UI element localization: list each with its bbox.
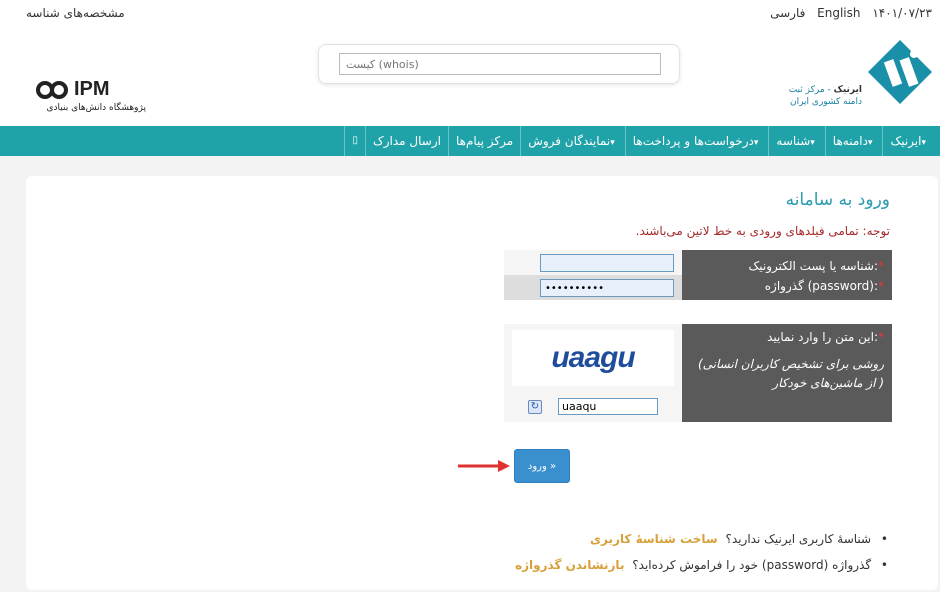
language-english-link[interactable]: English <box>817 6 860 20</box>
captcha-hint: (روشی برای تشخیص کاربران انسانی از ماشین… <box>697 357 884 390</box>
nav-item-domains[interactable]: دامنه‌ها <box>824 126 883 156</box>
username-input[interactable] <box>540 254 674 272</box>
header: IPM پژوهشگاه دانش‌های بنیادی ایرنیک - مر… <box>0 28 940 126</box>
irnic-logo-text: ایرنیک - مرکز ثبت دامنه کشوری ایران <box>789 84 862 108</box>
password-input[interactable] <box>540 279 674 297</box>
credentials-form: شناسه یا پست الکترونیک:* گذرواژه (passwo… <box>504 250 892 300</box>
latin-input-note: توجه: تمامی فیلدهای ورودی به خط لاتین می… <box>635 224 890 238</box>
list-item: گذرواژه (password) خود را فراموش کرده‌ای… <box>515 552 888 578</box>
whois-search-input[interactable] <box>339 53 661 75</box>
credentials-inputs <box>504 250 682 300</box>
create-account-link[interactable]: ساخت شناسهٔ کاربری <box>590 532 718 546</box>
list-item: شناسهٔ کاربری ایرنیک ندارید؟ ساخت شناسهٔ… <box>515 526 888 552</box>
page-title: ورود به سامانه <box>785 190 890 210</box>
forgot-password-text: گذرواژه (password) خود را فراموش کرده‌ای… <box>632 558 872 572</box>
captcha-label: این متن را وارد نمایید:* <box>767 330 884 344</box>
captcha-input[interactable] <box>558 398 658 415</box>
ipm-subtitle: پژوهشگاه دانش‌های بنیادی <box>46 103 147 113</box>
nav-item-irnic[interactable]: ایرنیک <box>882 126 936 156</box>
account-link[interactable]: مشخصه‌های شناسه <box>26 6 125 20</box>
captcha-labels: این متن را وارد نمایید:* (روشی برای تشخی… <box>682 324 892 422</box>
nav-extra-icon[interactable]: ▯ <box>344 126 365 156</box>
irnic-logo[interactable]: ایرنیک - مرکز ثبت دامنه کشوری ایران <box>774 38 934 118</box>
main-navbar: ایرنیک دامنه‌ها شناسه درخواست‌ها و پرداخ… <box>0 126 940 156</box>
credentials-labels: شناسه یا پست الکترونیک:* گذرواژه (passwo… <box>682 250 892 300</box>
ipm-logo-text: IPM <box>74 78 110 100</box>
captcha-refresh-icon[interactable]: ↻ <box>528 400 542 414</box>
ipm-circles-icon <box>36 80 72 99</box>
no-account-text: شناسهٔ کاربری ایرنیک ندارید؟ <box>725 532 872 546</box>
nav-item-resellers[interactable]: نمایندگان فروش <box>520 126 625 156</box>
whois-search-box <box>318 44 680 84</box>
ipm-logo-mark: IPM <box>36 78 146 101</box>
ipm-logo[interactable]: IPM پژوهشگاه دانش‌های بنیادی <box>36 78 146 114</box>
irnic-name: ایرنیک <box>833 85 862 95</box>
top-bar-right: فارسی English ۱۴۰۱/۰۷/۲۳ <box>762 6 932 20</box>
username-label: شناسه یا پست الکترونیک:* <box>748 259 885 273</box>
nav-item-message-center[interactable]: مرکز پیام‌ها <box>447 126 520 156</box>
nav-item-requests-payments[interactable]: درخواست‌ها و پرداخت‌ها <box>624 126 769 156</box>
current-date: ۱۴۰۱/۰۷/۲۳ <box>872 6 932 20</box>
irnic-emblem-icon <box>868 40 932 104</box>
irnic-subtitle: - مرکز ثبت <box>788 85 831 95</box>
reset-password-link[interactable]: بازنشاندن گذرواژه <box>515 558 624 572</box>
captcha-image: uaagu <box>512 330 674 386</box>
login-button[interactable]: ورود » <box>514 449 570 483</box>
help-links: شناسهٔ کاربری ایرنیک ندارید؟ ساخت شناسهٔ… <box>515 526 888 578</box>
captcha-form: این متن را وارد نمایید:* (روشی برای تشخی… <box>504 324 892 422</box>
nav-item-handle[interactable]: شناسه <box>768 126 824 156</box>
nav-item-send-documents[interactable]: ارسال مدارک <box>364 126 448 156</box>
login-panel: ورود به سامانه توجه: تمامی فیلدهای ورودی… <box>26 176 938 590</box>
top-bar: فارسی English ۱۴۰۱/۰۷/۲۳ مشخصه‌های شناسه <box>0 0 940 28</box>
irnic-subtitle-2: دامنه کشوری ایران <box>789 97 862 107</box>
language-farsi-link[interactable]: فارسی <box>770 6 805 20</box>
password-label: گذرواژه (password):* <box>764 279 884 293</box>
captcha-cell: uaagu ↻ <box>504 324 682 422</box>
red-arrow-icon <box>458 460 510 472</box>
